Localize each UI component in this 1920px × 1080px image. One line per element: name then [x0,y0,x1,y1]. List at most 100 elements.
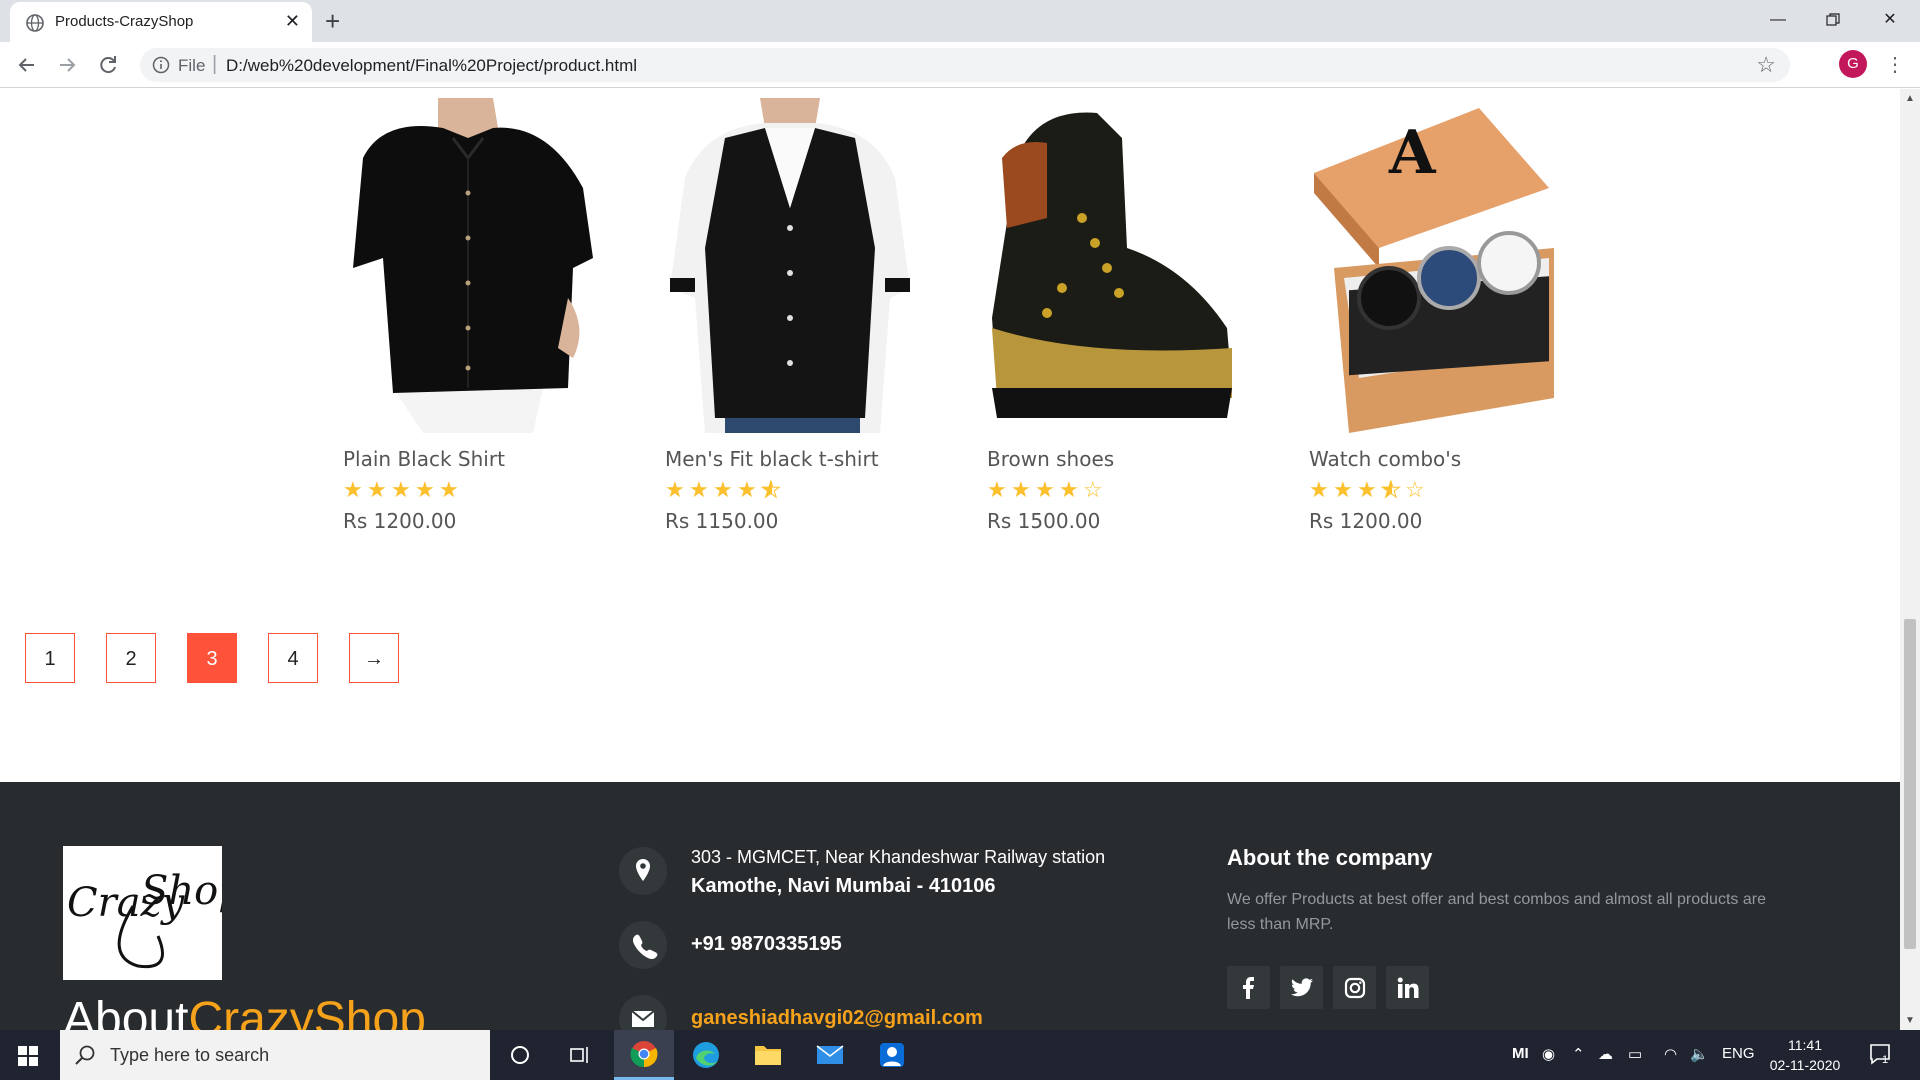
back-arrow-icon[interactable] [14,52,40,78]
about-brand: CrazyShop [188,993,426,1030]
star-empty-icon: ☆ [1405,477,1425,502]
product-name[interactable]: Men's Fit black t-shirt [665,447,915,471]
url-text[interactable]: D:/web%20development/Final%20Project/pro… [226,56,637,76]
page-button-3[interactable]: 3 [187,633,237,683]
twitter-icon[interactable] [1280,966,1323,1009]
svg-text:A: A [1388,118,1437,188]
url-scheme-label: File [178,56,206,75]
scrollbar-thumb[interactable] [1904,619,1916,949]
page-button-1[interactable]: 1 [25,633,75,683]
product-name[interactable]: Watch combo's [1309,447,1559,471]
task-view-icon[interactable] [550,1030,610,1080]
next-page-button[interactable]: → [349,633,399,683]
reload-icon[interactable] [95,52,121,78]
envelope-icon [619,995,667,1030]
scroll-down-arrow-icon[interactable]: ▼ [1905,1015,1915,1026]
restore-button[interactable] [1813,4,1853,36]
mi-tray-icon[interactable]: MI [1512,1045,1529,1062]
product-card[interactable]: Plain Black Shirt ★ ★ ★ ★ ★ Rs 1200.00 [343,98,593,533]
volume-icon[interactable]: 🔈 [1690,1045,1709,1063]
search-placeholder: Type here to search [110,1045,270,1065]
close-window-button[interactable]: ✕ [1870,4,1910,36]
browser-toolbar: File | D:/web%20development/Final%20Proj… [0,42,1920,88]
product-card[interactable]: Brown shoes ★ ★ ★ ★ ☆ Rs 1500.00 [987,98,1237,533]
star-full-icon: ★ [343,477,363,502]
phone-number[interactable]: +91 9870335195 [691,933,842,956]
page-button-2[interactable]: 2 [106,633,156,683]
product-name[interactable]: Plain Black Shirt [343,447,593,471]
product-image-black-shirt[interactable] [343,98,593,433]
crazyshop-logo[interactable]: Crazy Shop [63,846,244,980]
forward-arrow-icon[interactable] [54,52,80,78]
company-heading: About the company [1227,845,1433,870]
phone-icon [619,921,667,969]
windows-taskbar: Type here to search MI ◉ ⌃ ☁ ▭ ◠ 🔈 ENG 1… [0,1030,1920,1080]
taskbar-search[interactable]: Type here to search [60,1030,490,1080]
product-price: Rs 1150.00 [665,509,779,533]
about-heading: AboutCrazyShop [63,992,426,1030]
location-pin-icon [619,847,667,895]
globe-icon [26,14,44,32]
social-links [1227,966,1429,1009]
file-explorer-icon[interactable] [738,1030,798,1080]
star-full-icon: ★ [987,477,1007,502]
tab-strip: Products-CrazyShop ✕ + — ✕ [0,0,1920,42]
windows-start-icon[interactable] [18,1046,38,1066]
address-bar[interactable]: File | D:/web%20development/Final%20Proj… [140,48,1790,82]
wifi-icon[interactable]: ◠ [1664,1045,1677,1063]
menu-kebab-icon[interactable]: ⋮ [1885,52,1905,77]
sync-tray-icon[interactable]: ◉ [1542,1045,1555,1063]
mail-icon[interactable] [800,1030,860,1080]
rating-stars: ★ ★ ★ ★ ☆ [987,479,1237,501]
address-line-1: 303 - MGMCET, Near Khandeshwar Railway s… [691,847,1106,867]
product-name[interactable]: Brown shoes [987,447,1237,471]
product-card[interactable]: Men's Fit black t-shirt ★ ★ ★ ★ ★ Rs 115… [665,98,915,533]
address-line-2: Kamothe, Navi Mumbai - 410106 [691,875,996,897]
instagram-icon[interactable] [1333,966,1376,1009]
people-app-icon[interactable] [862,1030,922,1080]
bookmark-star-icon[interactable]: ☆ [1756,52,1776,78]
new-tab-button[interactable]: + [325,6,340,37]
chevron-up-icon[interactable]: ⌃ [1572,1045,1585,1063]
star-full-icon: ★ [665,477,685,502]
page-button-4[interactable]: 4 [268,633,318,683]
tab-title: Products-CrazyShop [55,13,194,30]
browser-tab[interactable]: Products-CrazyShop ✕ [10,2,312,42]
minimize-button[interactable]: — [1758,4,1798,36]
battery-icon[interactable]: ▭ [1628,1045,1642,1063]
edge-icon[interactable] [676,1030,736,1080]
product-image-watch-combo[interactable]: A [1309,98,1559,433]
product-card[interactable]: A Watch combo's ★ ★ ★ ★ ☆ Rs 1200.00 [1309,98,1559,533]
svg-text:Shop: Shop [141,868,222,914]
linkedin-icon[interactable] [1386,966,1429,1009]
star-full-icon: ★ [391,477,411,502]
page-viewport: Plain Black Shirt ★ ★ ★ ★ ★ Rs 1200.00 M… [0,89,1900,1030]
facebook-icon[interactable] [1227,966,1270,1009]
site-footer: Crazy Shop AboutCrazyShop 303 - MGMCET, … [0,782,1900,1030]
star-full-icon: ★ [1309,477,1329,502]
chrome-icon[interactable] [614,1030,674,1080]
onedrive-icon[interactable]: ☁ [1598,1045,1613,1063]
system-clock[interactable]: 11:41 02-11-2020 [1760,1035,1850,1075]
product-price: Rs 1500.00 [987,509,1101,533]
scroll-up-arrow-icon[interactable]: ▲ [1905,93,1915,104]
info-icon[interactable] [152,56,170,74]
star-full-icon: ★ [415,477,435,502]
language-indicator[interactable]: ENG [1722,1045,1755,1062]
clock-time: 11:41 [1788,1037,1822,1053]
page-scrollbar[interactable]: ▲ ▼ [1900,89,1920,1030]
product-price: Rs 1200.00 [1309,509,1423,533]
profile-avatar[interactable]: G [1839,50,1867,78]
notification-center-icon[interactable]: 1 [1868,1042,1892,1070]
cortana-icon[interactable] [490,1030,550,1080]
close-tab-icon[interactable]: ✕ [285,11,300,32]
email-link[interactable]: ganeshiadhavgi02@gmail.com [691,1007,983,1030]
product-image-fit-tshirt[interactable] [665,98,915,433]
clock-date: 02-11-2020 [1769,1057,1841,1073]
star-half-icon: ★ [761,478,783,501]
product-image-brown-shoes[interactable] [987,98,1237,433]
search-icon [75,1045,95,1065]
star-full-icon: ★ [737,477,757,502]
star-full-icon: ★ [689,477,709,502]
star-half-icon: ★ [1381,478,1403,501]
